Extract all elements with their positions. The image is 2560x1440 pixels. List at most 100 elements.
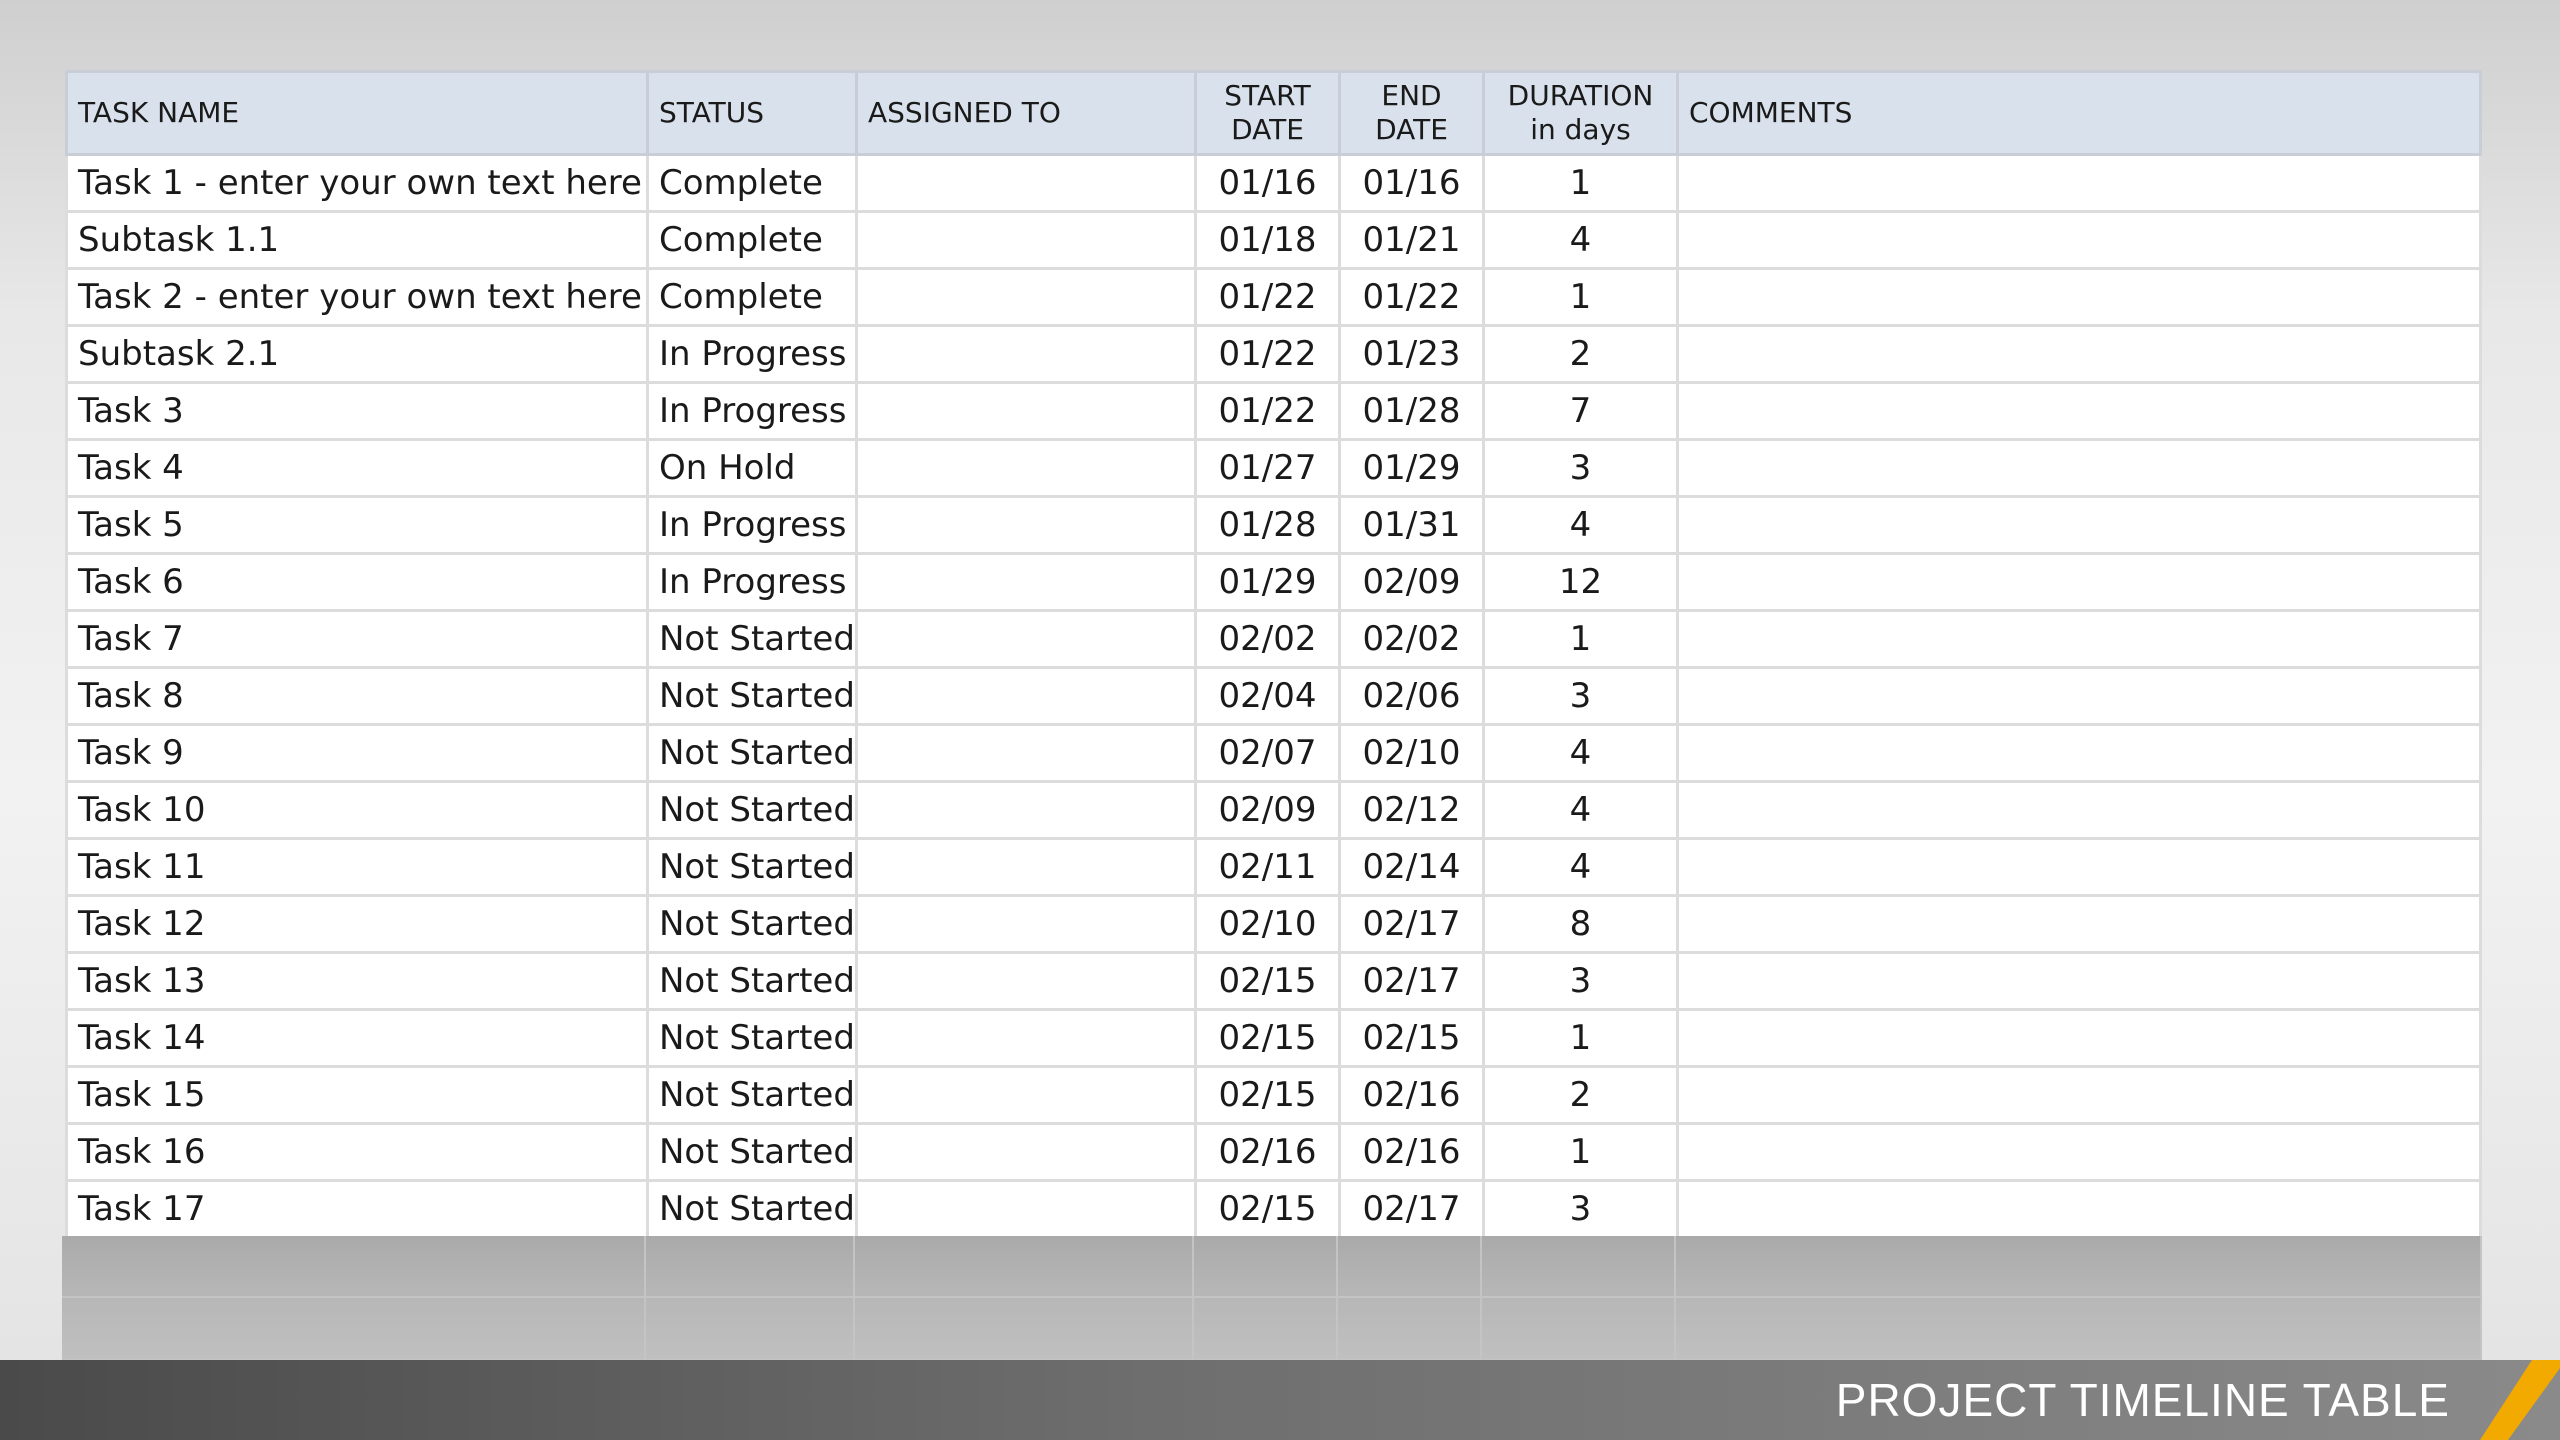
cell-comments[interactable] (1676, 951, 2482, 1011)
cell-duration[interactable]: 1 (1482, 1008, 1679, 1068)
cell-task-name[interactable]: Task 13 (65, 951, 649, 1011)
cell-task-name[interactable]: Task 9 (65, 723, 649, 783)
cell-status[interactable]: In Progress (646, 324, 858, 384)
cell-start-date[interactable]: 02/15 (1194, 1008, 1341, 1068)
cell-comments[interactable] (1676, 609, 2482, 669)
cell-end-date[interactable]: 01/29 (1338, 438, 1485, 498)
cell-end-date[interactable]: 02/02 (1338, 609, 1485, 669)
cell-start-date[interactable]: 01/18 (1194, 210, 1341, 270)
cell-duration[interactable]: 8 (1482, 894, 1679, 954)
cell-task-name[interactable]: Task 4 (65, 438, 649, 498)
cell-start-date[interactable]: 01/29 (1194, 552, 1341, 612)
cell-duration[interactable]: 2 (1482, 1065, 1679, 1125)
cell-end-date[interactable]: 02/17 (1338, 894, 1485, 954)
cell-task-name[interactable]: Task 2 - enter your own text here (65, 267, 649, 327)
cell-duration[interactable]: 3 (1482, 951, 1679, 1011)
cell-end-date[interactable]: 02/09 (1338, 552, 1485, 612)
cell-status[interactable]: Complete (646, 210, 858, 270)
cell-start-date[interactable]: 02/16 (1194, 1122, 1341, 1182)
cell-status[interactable]: In Progress (646, 495, 858, 555)
cell-end-date[interactable]: 01/22 (1338, 267, 1485, 327)
cell-start-date[interactable]: 01/22 (1194, 324, 1341, 384)
cell-task-name[interactable]: Task 17 (65, 1179, 649, 1239)
cell-start-date[interactable]: 02/15 (1194, 1179, 1341, 1239)
cell-end-date[interactable]: 02/12 (1338, 780, 1485, 840)
cell-assigned-to[interactable] (855, 324, 1197, 384)
cell-end-date[interactable]: 01/16 (1338, 153, 1485, 213)
cell-end-date[interactable]: 01/28 (1338, 381, 1485, 441)
cell-start-date[interactable]: 01/28 (1194, 495, 1341, 555)
cell-status[interactable]: Not Started (646, 1008, 858, 1068)
cell-duration[interactable]: 1 (1482, 153, 1679, 213)
cell-duration[interactable]: 3 (1482, 438, 1679, 498)
cell-duration[interactable]: 1 (1482, 609, 1679, 669)
cell-comments[interactable] (1676, 723, 2482, 783)
cell-duration[interactable]: 1 (1482, 1122, 1679, 1182)
cell-start-date[interactable]: 02/04 (1194, 666, 1341, 726)
cell-duration[interactable]: 4 (1482, 723, 1679, 783)
cell-assigned-to[interactable] (855, 837, 1197, 897)
cell-assigned-to[interactable] (855, 1065, 1197, 1125)
cell-duration[interactable]: 3 (1482, 666, 1679, 726)
cell-task-name[interactable]: Task 1 - enter your own text here (65, 153, 649, 213)
cell-end-date[interactable]: 01/21 (1338, 210, 1485, 270)
cell-duration[interactable]: 4 (1482, 780, 1679, 840)
cell-comments[interactable] (1676, 153, 2482, 213)
cell-assigned-to[interactable] (855, 1008, 1197, 1068)
cell-end-date[interactable]: 02/15 (1338, 1008, 1485, 1068)
cell-task-name[interactable]: Task 8 (65, 666, 649, 726)
cell-status[interactable]: Not Started (646, 951, 858, 1011)
cell-status[interactable]: Not Started (646, 666, 858, 726)
cell-status[interactable]: Not Started (646, 1179, 858, 1239)
cell-task-name[interactable]: Task 5 (65, 495, 649, 555)
cell-task-name[interactable]: Task 11 (65, 837, 649, 897)
cell-duration[interactable]: 1 (1482, 267, 1679, 327)
cell-comments[interactable] (1676, 1065, 2482, 1125)
cell-comments[interactable] (1676, 324, 2482, 384)
cell-start-date[interactable]: 02/15 (1194, 951, 1341, 1011)
cell-comments[interactable] (1676, 666, 2482, 726)
cell-status[interactable]: Complete (646, 153, 858, 213)
cell-start-date[interactable]: 02/10 (1194, 894, 1341, 954)
cell-assigned-to[interactable] (855, 951, 1197, 1011)
cell-start-date[interactable]: 02/02 (1194, 609, 1341, 669)
cell-task-name[interactable]: Subtask 2.1 (65, 324, 649, 384)
cell-comments[interactable] (1676, 267, 2482, 327)
cell-comments[interactable] (1676, 438, 2482, 498)
cell-end-date[interactable]: 02/17 (1338, 1179, 1485, 1239)
cell-assigned-to[interactable] (855, 894, 1197, 954)
cell-comments[interactable] (1676, 210, 2482, 270)
cell-assigned-to[interactable] (855, 1122, 1197, 1182)
cell-comments[interactable] (1676, 837, 2482, 897)
cell-status[interactable]: Not Started (646, 837, 858, 897)
cell-duration[interactable]: 12 (1482, 552, 1679, 612)
cell-start-date[interactable]: 01/22 (1194, 267, 1341, 327)
cell-assigned-to[interactable] (855, 552, 1197, 612)
cell-start-date[interactable]: 02/09 (1194, 780, 1341, 840)
cell-assigned-to[interactable] (855, 210, 1197, 270)
cell-task-name[interactable]: Task 14 (65, 1008, 649, 1068)
cell-status[interactable]: Not Started (646, 1122, 858, 1182)
cell-end-date[interactable]: 02/14 (1338, 837, 1485, 897)
cell-end-date[interactable]: 02/16 (1338, 1122, 1485, 1182)
cell-status[interactable]: Not Started (646, 723, 858, 783)
cell-status[interactable]: In Progress (646, 381, 858, 441)
cell-assigned-to[interactable] (855, 267, 1197, 327)
cell-start-date[interactable]: 02/11 (1194, 837, 1341, 897)
cell-comments[interactable] (1676, 1122, 2482, 1182)
cell-task-name[interactable]: Task 7 (65, 609, 649, 669)
cell-assigned-to[interactable] (855, 609, 1197, 669)
cell-status[interactable]: Complete (646, 267, 858, 327)
cell-start-date[interactable]: 01/22 (1194, 381, 1341, 441)
cell-status[interactable]: In Progress (646, 552, 858, 612)
cell-status[interactable]: Not Started (646, 609, 858, 669)
cell-status[interactable]: Not Started (646, 780, 858, 840)
cell-start-date[interactable]: 01/27 (1194, 438, 1341, 498)
cell-duration[interactable]: 4 (1482, 495, 1679, 555)
cell-task-name[interactable]: Task 16 (65, 1122, 649, 1182)
cell-duration[interactable]: 4 (1482, 837, 1679, 897)
cell-task-name[interactable]: Task 3 (65, 381, 649, 441)
cell-end-date[interactable]: 02/17 (1338, 951, 1485, 1011)
cell-assigned-to[interactable] (855, 1179, 1197, 1239)
cell-assigned-to[interactable] (855, 381, 1197, 441)
